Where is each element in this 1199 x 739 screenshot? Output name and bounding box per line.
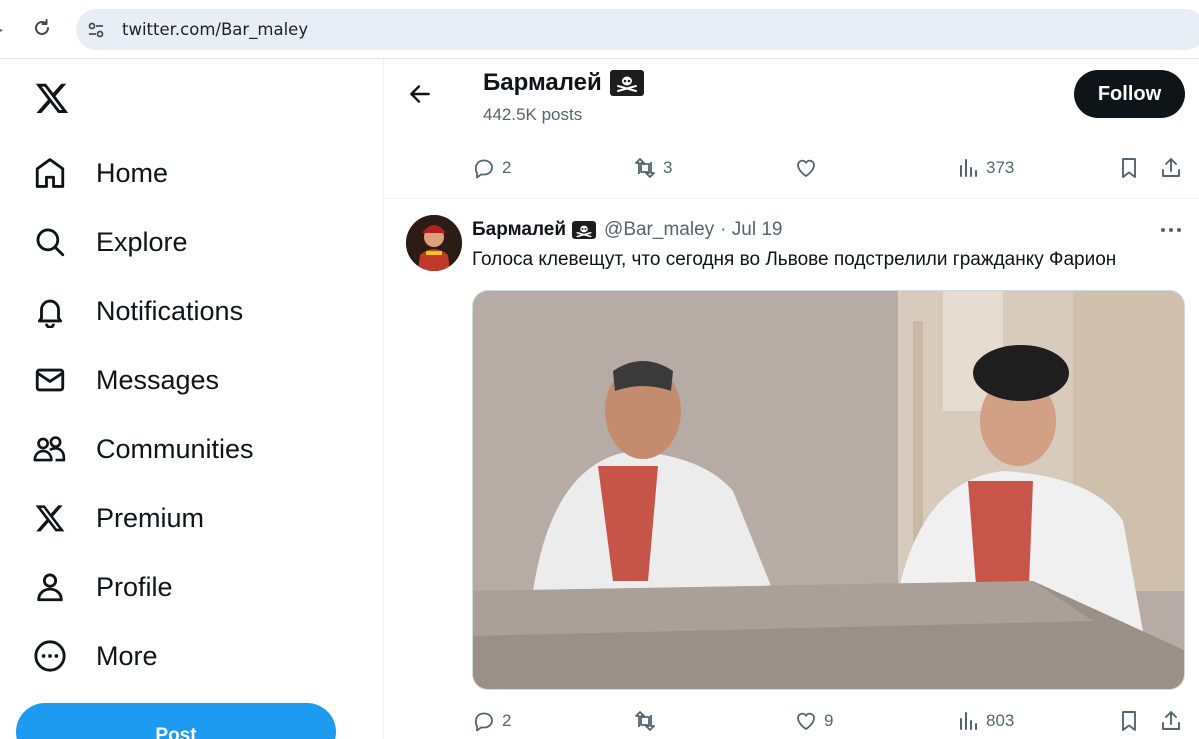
retweet-icon bbox=[635, 711, 655, 731]
home-icon bbox=[32, 155, 68, 191]
sidebar-item-notifications[interactable]: Notifications bbox=[32, 286, 352, 336]
retweet-count: 3 bbox=[663, 158, 673, 177]
views-icon bbox=[960, 712, 977, 730]
page-title: Бармалей bbox=[483, 69, 644, 97]
tweet-text: Голоса клевещут, что сегодня во Львове п… bbox=[472, 249, 1117, 270]
address-bar[interactable]: twitter.com/Bar_maley bbox=[76, 9, 1199, 50]
sidebar-item-label: Explore bbox=[96, 226, 188, 257]
share-icon bbox=[1162, 158, 1180, 177]
like-button[interactable] bbox=[794, 153, 818, 183]
sidebar-item-label: Premium bbox=[96, 502, 205, 533]
views-count: 373 bbox=[986, 158, 1015, 177]
tweet-header: Бармалей @Bar_maley · Jul 19 bbox=[472, 219, 782, 241]
heart-icon bbox=[797, 712, 815, 730]
views-button[interactable]: 373 bbox=[956, 153, 1014, 183]
back-arrow-icon[interactable] bbox=[407, 81, 433, 107]
sidebar-item-label: Communities bbox=[96, 433, 254, 464]
reply-button[interactable]: 2 bbox=[472, 706, 511, 736]
divider bbox=[385, 198, 1199, 199]
profile-header: Бармалей 442.5K posts Follow bbox=[385, 59, 1199, 131]
sidebar-item-home[interactable]: Home bbox=[32, 148, 352, 198]
skull-crossbones-icon bbox=[572, 221, 597, 239]
sidebar-item-label: Messages bbox=[96, 364, 220, 395]
tweet-actions: 2 9 803 bbox=[385, 706, 1199, 736]
retweet-icon bbox=[635, 158, 655, 178]
sidebar-item-label: Profile bbox=[96, 571, 173, 602]
bookmark-icon bbox=[1122, 711, 1136, 731]
reply-icon bbox=[474, 712, 493, 732]
sidebar-item-label: Home bbox=[96, 157, 169, 188]
profile-name: Бармалей bbox=[483, 69, 602, 96]
more-options-icon[interactable] bbox=[1157, 220, 1185, 240]
follow-button[interactable]: Follow bbox=[1074, 70, 1185, 118]
share-button[interactable] bbox=[1159, 153, 1183, 183]
sidebar-item-more[interactable]: More bbox=[32, 631, 352, 681]
share-button[interactable] bbox=[1159, 706, 1183, 736]
avatar[interactable] bbox=[406, 215, 462, 271]
sidebar-item-label: Notifications bbox=[96, 295, 244, 326]
views-button[interactable]: 803 bbox=[956, 706, 1014, 736]
post-count: 442.5K posts bbox=[483, 105, 583, 124]
reload-icon[interactable] bbox=[30, 16, 54, 40]
reply-count: 2 bbox=[502, 158, 512, 177]
reply-button[interactable]: 2 bbox=[472, 153, 511, 183]
forward-arrow-icon[interactable]: ▸ bbox=[0, 21, 3, 38]
bookmark-icon bbox=[1122, 158, 1136, 178]
x-logo-icon bbox=[32, 500, 68, 536]
sidebar: Home Explore Notifications Messages Comm… bbox=[0, 59, 384, 739]
share-icon bbox=[1162, 711, 1180, 730]
x-logo-icon[interactable] bbox=[33, 80, 71, 116]
author-name[interactable]: Бармалей bbox=[472, 219, 566, 241]
people-icon bbox=[32, 431, 68, 467]
tweet-image[interactable] bbox=[472, 290, 1185, 690]
bell-icon bbox=[32, 293, 68, 329]
person-icon bbox=[32, 569, 68, 605]
author-handle[interactable]: @Bar_maley bbox=[604, 219, 714, 241]
heart-icon bbox=[797, 159, 815, 177]
tweet-date[interactable]: · Jul 19 bbox=[720, 219, 782, 241]
post-button[interactable]: Post bbox=[16, 703, 336, 739]
bookmark-button[interactable] bbox=[1117, 706, 1141, 736]
sidebar-item-communities[interactable]: Communities bbox=[32, 424, 352, 474]
url-text[interactable]: twitter.com/Bar_maley bbox=[122, 20, 308, 39]
envelope-icon bbox=[32, 362, 68, 398]
like-button[interactable]: 9 bbox=[794, 706, 833, 736]
sidebar-item-explore[interactable]: Explore bbox=[32, 217, 352, 267]
retweet-button[interactable]: 3 bbox=[633, 153, 672, 183]
skull-crossbones-icon bbox=[609, 70, 644, 96]
sidebar-item-label: More bbox=[96, 640, 158, 671]
retweet-button[interactable] bbox=[633, 706, 663, 736]
search-icon bbox=[32, 224, 68, 260]
reply-icon bbox=[474, 159, 493, 179]
sidebar-item-profile[interactable]: Profile bbox=[32, 562, 352, 612]
site-settings-icon[interactable] bbox=[86, 20, 106, 40]
like-count: 9 bbox=[824, 711, 834, 730]
views-count: 803 bbox=[986, 711, 1015, 730]
browser-toolbar: ▸ twitter.com/Bar_maley bbox=[0, 0, 1199, 59]
sidebar-item-messages[interactable]: Messages bbox=[32, 355, 352, 405]
views-icon bbox=[960, 159, 977, 177]
bookmark-button[interactable] bbox=[1117, 153, 1141, 183]
more-circle-icon bbox=[32, 638, 68, 674]
tweet-actions: 2 3 373 bbox=[385, 153, 1199, 183]
main-timeline: Бармалей 442.5K posts Follow 2 3 373 Бар… bbox=[385, 59, 1199, 739]
sidebar-item-premium[interactable]: Premium bbox=[32, 493, 352, 543]
reply-count: 2 bbox=[502, 711, 512, 730]
